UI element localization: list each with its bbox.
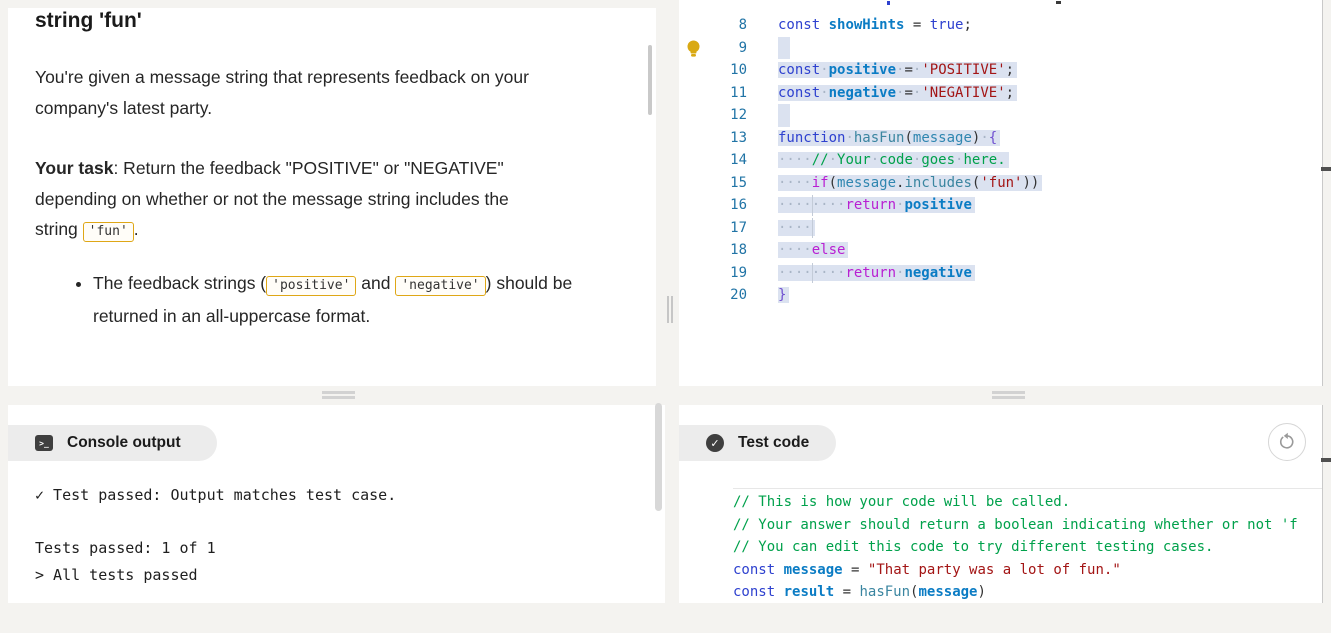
problem-paragraph: You're given a message string that repre… bbox=[35, 62, 620, 123]
selection-highlight: ····//·Your·code·goes·here. bbox=[778, 152, 1009, 168]
bold-text: Your task bbox=[35, 158, 113, 178]
horizontal-splitter-grip-right[interactable] bbox=[992, 391, 1025, 400]
code-line[interactable]: 11 const·negative·=·'NEGATIVE'; bbox=[679, 82, 1322, 105]
console-scrollbar[interactable] bbox=[655, 403, 662, 511]
text: string bbox=[35, 219, 83, 239]
console-line: > All tests passed bbox=[35, 562, 396, 589]
console-line bbox=[35, 509, 396, 536]
refresh-icon bbox=[1277, 432, 1297, 452]
page-bottom-strip bbox=[0, 633, 1331, 642]
code-line[interactable]: 12 bbox=[679, 104, 1322, 127]
description-scrollbar[interactable] bbox=[648, 45, 652, 115]
code-line[interactable]: // Your answer should return a boolean i… bbox=[733, 514, 1322, 537]
app-workspace: string 'fun' You're given a message stri… bbox=[0, 0, 1331, 642]
code-line[interactable]: 17 ···· bbox=[679, 217, 1322, 240]
text: . bbox=[134, 219, 139, 239]
text: company's latest party. bbox=[35, 98, 212, 118]
line-number: 11 bbox=[679, 82, 747, 105]
vertical-splitter-grip[interactable] bbox=[667, 296, 675, 323]
selection-highlight: ········return·positive bbox=[778, 197, 975, 213]
problem-description-panel: string 'fun' You're given a message stri… bbox=[8, 8, 656, 386]
text: depending on whether or not the message … bbox=[35, 189, 509, 209]
test-code-editor[interactable]: // This is how your code will be called.… bbox=[733, 488, 1322, 603]
selection-highlight: const·negative·=·'NEGATIVE'; bbox=[778, 85, 1017, 101]
test-code-tab-label: Test code bbox=[738, 434, 809, 452]
code-line[interactable]: 10 const·positive·=·'POSITIVE'; bbox=[679, 59, 1322, 82]
text: returned in an all-uppercase format. bbox=[93, 306, 370, 326]
clipped-code-fragment bbox=[887, 1, 890, 5]
line-number: 18 bbox=[679, 239, 747, 262]
line-number: 16 bbox=[679, 194, 747, 217]
inline-code-chip: 'positive' bbox=[266, 276, 356, 296]
code-line[interactable]: 20} bbox=[679, 284, 1322, 307]
line-number: 9 bbox=[679, 37, 747, 60]
code-line[interactable]: // This is how your code will be called. bbox=[733, 491, 1322, 514]
panel-resize-handle[interactable] bbox=[1321, 167, 1331, 171]
code-line[interactable]: 18 ····else bbox=[679, 239, 1322, 262]
list-item: The feedback strings ('positive' and 'ne… bbox=[93, 268, 620, 332]
problem-task-paragraph: Your task: Return the feedback "POSITIVE… bbox=[35, 153, 620, 248]
reset-test-code-button[interactable] bbox=[1268, 423, 1306, 461]
code-line[interactable]: 19 ········return·negative bbox=[679, 262, 1322, 285]
text: You're given a message string that repre… bbox=[35, 67, 529, 87]
selection-highlight bbox=[778, 37, 790, 60]
code-line[interactable]: 8const showHints = true; bbox=[679, 14, 1322, 37]
inline-code-chip: 'fun' bbox=[83, 222, 134, 242]
code-line[interactable]: 13 function·hasFun(message)·{ bbox=[679, 127, 1322, 150]
console-output-tab[interactable]: >_ Console output bbox=[8, 425, 217, 461]
code-line[interactable]: 14 ····//·Your·code·goes·here. bbox=[679, 149, 1322, 172]
console-output-text: ✓ Test passed: Output matches test case.… bbox=[35, 482, 396, 588]
code-editor-panel[interactable]: 8const showHints = true;910 const·positiv… bbox=[679, 0, 1323, 386]
selection-highlight: } bbox=[778, 287, 789, 303]
problem-notes-list: The feedback strings ('positive' and 'ne… bbox=[35, 268, 620, 332]
text: : Return the feedback "POSITIVE" or "NEG… bbox=[113, 158, 503, 178]
line-number: 10 bbox=[679, 59, 747, 82]
code-line[interactable]: const result = hasFun(message) bbox=[733, 581, 1322, 603]
test-code-panel: ✓ Test code // This is how your code wil… bbox=[679, 405, 1323, 603]
problem-title: string 'fun' bbox=[35, 8, 620, 36]
selection-highlight: ········return·negative bbox=[778, 265, 975, 281]
code-line[interactable]: 16 ········return·positive bbox=[679, 194, 1322, 217]
selection-highlight: const·positive·=·'POSITIVE'; bbox=[778, 62, 1017, 78]
line-number: 17 bbox=[679, 217, 747, 240]
text: and bbox=[356, 273, 395, 293]
selection-highlight: ···· bbox=[778, 220, 815, 236]
terminal-icon: >_ bbox=[35, 435, 53, 451]
line-number: 14 bbox=[679, 149, 747, 172]
editor-code-area[interactable]: 8const showHints = true;910 const·positiv… bbox=[679, 14, 1322, 307]
selection-highlight: ····else bbox=[778, 242, 848, 258]
line-number: 8 bbox=[679, 14, 747, 37]
line-number: 19 bbox=[679, 262, 747, 285]
code-line[interactable]: 15 ····if(message.includes('fun')) bbox=[679, 172, 1322, 195]
selection-highlight: function·hasFun(message)·{ bbox=[778, 130, 1000, 146]
line-number: 20 bbox=[679, 284, 747, 307]
text: The feedback strings ( bbox=[93, 273, 266, 293]
inline-code-chip: 'negative' bbox=[395, 276, 485, 296]
line-number: 13 bbox=[679, 127, 747, 150]
code-line[interactable]: 9 bbox=[679, 37, 1322, 60]
check-icon: ✓ bbox=[706, 434, 724, 452]
text: ) should be bbox=[486, 273, 573, 293]
console-output-panel: >_ Console output ✓ Test passed: Output … bbox=[8, 405, 665, 603]
code-line[interactable]: // You can edit this code to try differe… bbox=[733, 536, 1322, 559]
code-line[interactable]: const message = "That party was a lot of… bbox=[733, 559, 1322, 582]
line-number: 15 bbox=[679, 172, 747, 195]
console-line: ✓ Test passed: Output matches test case. bbox=[35, 482, 396, 509]
line-number: 12 bbox=[679, 104, 747, 127]
clipped-code-fragment bbox=[1056, 1, 1061, 4]
console-tab-label: Console output bbox=[67, 434, 181, 452]
test-code-tab[interactable]: ✓ Test code bbox=[679, 425, 836, 461]
selection-highlight: ····if(message.includes('fun')) bbox=[778, 175, 1042, 191]
horizontal-splitter-grip-left[interactable] bbox=[322, 391, 355, 400]
panel-resize-handle[interactable] bbox=[1321, 458, 1331, 462]
selection-highlight bbox=[778, 104, 790, 127]
console-line: Tests passed: 1 of 1 bbox=[35, 535, 396, 562]
